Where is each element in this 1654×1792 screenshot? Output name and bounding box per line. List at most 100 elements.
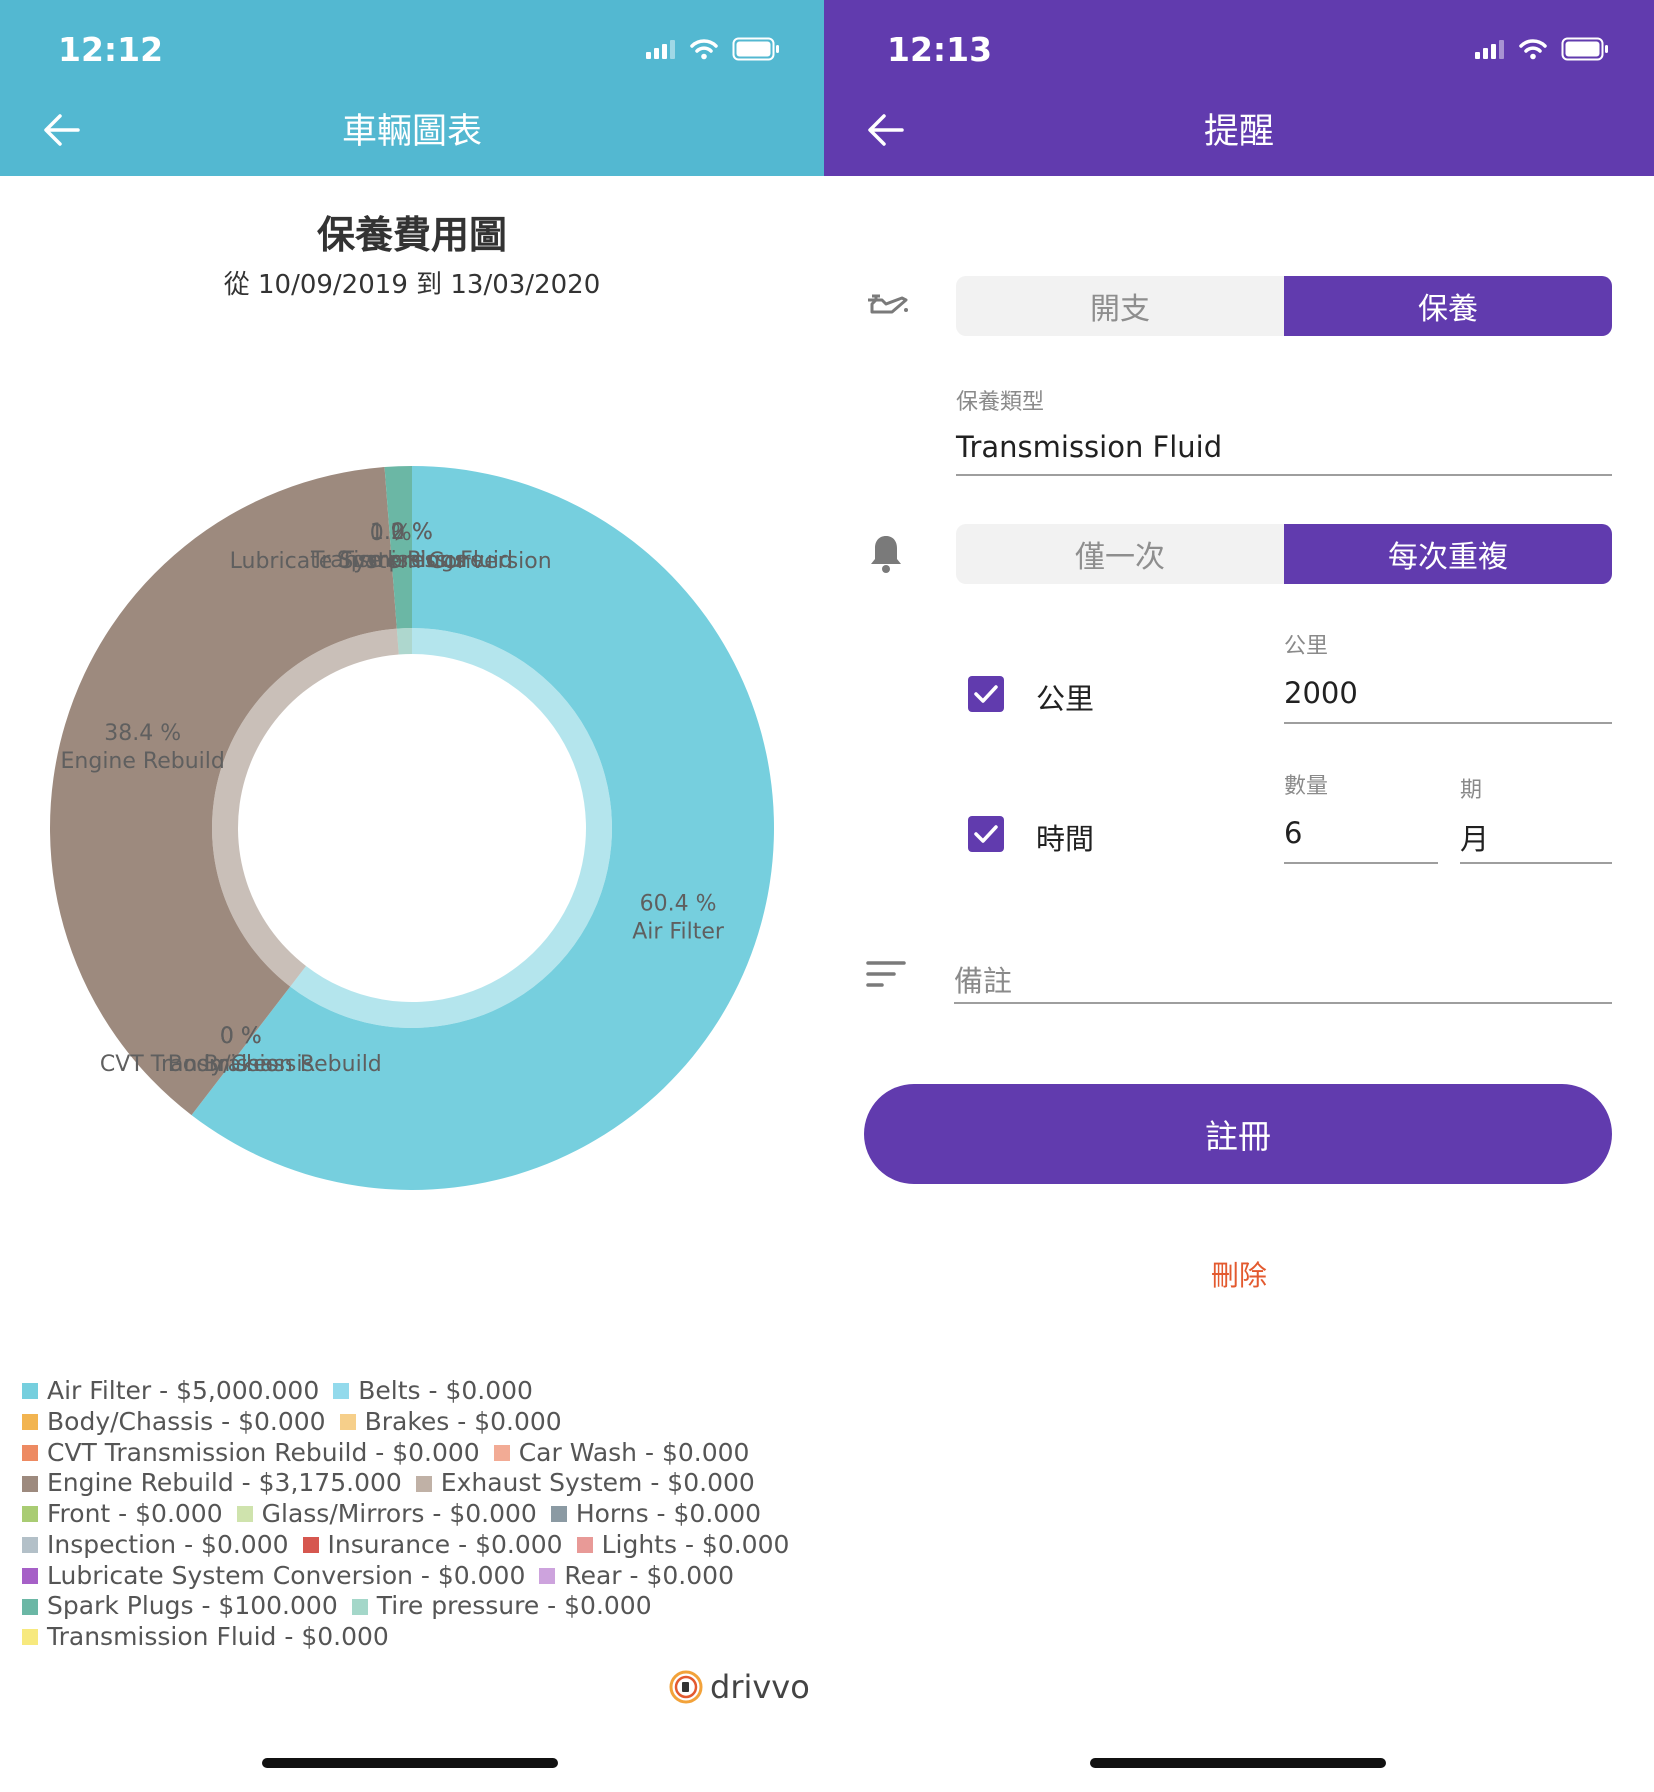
reminder-screen: 12:13 提醒 開支 保養 保養類型 Transmission Fluid 僅… [824,0,1654,1792]
legend-swatch [539,1567,556,1584]
legend-row: CVT Transmission Rebuild - $0.000 Car Was… [22,1438,812,1469]
legend-item[interactable]: Lights - $0.000 [576,1529,790,1561]
legend-swatch [22,1383,38,1400]
legend-row: Transmission Fluid - $0.000 [22,1622,812,1653]
entry-type-toggle: 開支 保養 [956,276,1612,336]
status-time: 12:13 [887,30,993,69]
legend-label: Front - $0.000 [47,1499,223,1528]
notes-input[interactable]: 備註 [954,958,1012,1000]
legend-item[interactable]: Front - $0.000 [22,1499,223,1530]
period-label: 期 [1460,778,1483,803]
legend-label: Rear - $0.000 [564,1560,734,1590]
legend-swatch [339,1414,356,1430]
legend-label: Brakes - $0.000 [364,1406,562,1436]
maintenance-donut-chart[interactable]: 60.4 %Air Filter38.4 %Engine Rebuild0 %C… [0,380,824,1260]
slice-percent-label: 60.4 % [640,891,717,916]
notes-underline [954,1002,1612,1004]
brand-name: drivvo [710,1668,810,1706]
legend-swatch [22,1414,38,1430]
signal-icon [1475,40,1504,59]
legend-label: Spark Plugs - $100.000 [47,1591,338,1621]
legend-item[interactable]: Horns - $0.000 [550,1499,762,1530]
page-title: 車輛圖表 [341,112,482,152]
legend-row: Engine Rebuild - $3,175.000 Exhaust Syste… [22,1468,812,1499]
legend-label: Belts - $0.000 [358,1376,533,1405]
repeat-toggle: 僅一次 每次重複 [956,524,1612,584]
legend-item[interactable]: Transmission Fluid - $0.000 [22,1622,389,1653]
period-underline [1460,862,1612,864]
period-select[interactable]: 月 [1460,816,1489,858]
slice-inner-ring [396,628,412,655]
legend-row: Body/Chassis - $0.000 Brakes - $0.000 [22,1407,812,1438]
legend-label: Lights - $0.000 [601,1529,790,1559]
tab-repeat[interactable]: 每次重複 [1284,524,1612,584]
home-indicator [1090,1758,1386,1768]
legend-item[interactable]: Body/Chassis - $0.000 [22,1407,326,1438]
tab-expense[interactable]: 開支 [956,276,1284,336]
legend-item[interactable]: Belts - $0.000 [333,1376,533,1407]
chart-date-range: 從 10/09/2019 到 13/03/2020 [223,270,601,300]
slice-name-label: Air Filter [632,919,725,944]
legend-row: Inspection - $0.000 Insurance - $0.000 Lig… [22,1530,812,1561]
legend-swatch [22,1629,38,1646]
slice-percent-label: 0 % [220,1024,262,1049]
legend-item[interactable]: Car Wash - $0.000 [493,1438,749,1469]
tab-once[interactable]: 僅一次 [956,524,1284,584]
maintenance-type-select[interactable]: Transmission Fluid [956,430,1222,464]
slice-name-label: Engine Rebuild [61,749,225,774]
km-input[interactable]: 2000 [1284,676,1358,710]
legend-item[interactable]: Exhaust System - $0.000 [415,1468,755,1499]
legend-item[interactable]: Glass/Mirrors - $0.000 [236,1499,537,1530]
legend-label: Transmission Fluid - $0.000 [47,1622,389,1651]
wifi-icon [690,39,718,60]
brand-logo: drivvo [668,1668,810,1706]
legend-swatch [576,1537,593,1553]
legend-label: CVT Transmission Rebuild - $0.000 [47,1437,480,1467]
legend-item[interactable]: Spark Plugs - $100.000 [22,1591,338,1622]
legend-label: Inspection - $0.000 [47,1529,289,1559]
legend-label: Lubricate System Conversion - $0.000 [47,1560,526,1590]
legend-item[interactable]: Insurance - $0.000 [302,1529,563,1561]
legend-item[interactable]: Lubricate System Conversion - $0.000 [22,1561,525,1592]
legend-item[interactable]: Rear - $0.000 [539,1561,734,1592]
slice-name-label: Brakes [204,1052,279,1077]
legend-row: Lubricate System Conversion - $0.000 Rear… [22,1561,812,1592]
oil-can-icon [868,294,908,314]
legend-swatch [22,1506,38,1523]
quantity-label: 數量 [1284,774,1329,799]
time-checkbox[interactable] [968,816,1004,852]
legend-swatch [22,1567,38,1584]
legend-item[interactable]: Engine Rebuild - $3,175.000 [22,1468,402,1499]
legend-label: Air Filter - $5,000.000 [47,1376,320,1405]
home-indicator [262,1758,558,1768]
tab-maintenance[interactable]: 保養 [1284,276,1612,336]
legend-row: Air Filter - $5,000.000 Belts - $0.000 [22,1376,812,1407]
bell-icon [871,536,901,573]
legend-item[interactable]: Tire pressure - $0.000 [351,1591,652,1622]
legend-item[interactable]: Air Filter - $5,000.000 [22,1376,319,1407]
slice-name-label: Tire pressure [340,548,484,573]
legend-swatch [22,1537,38,1553]
legend-label: Insurance - $0.000 [327,1529,563,1559]
legend-label: Exhaust System - $0.000 [440,1468,755,1498]
km-underline [1284,722,1612,724]
legend-label: Body/Chassis - $0.000 [47,1406,326,1436]
drivvo-logo-icon [669,1670,703,1704]
km-checkbox[interactable] [968,676,1004,712]
legend-swatch [550,1506,567,1523]
legend-swatch [493,1444,510,1461]
signal-icon [646,40,675,59]
legend-swatch [351,1598,368,1615]
delete-button[interactable]: 刪除 [824,1254,1654,1294]
legend-swatch [333,1383,350,1400]
quantity-input[interactable]: 6 [1284,816,1302,850]
app-bar: 12:12 車輛圖表 [0,0,824,176]
legend-item[interactable]: CVT Transmission Rebuild - $0.000 [22,1438,480,1469]
legend-label: Horns - $0.000 [575,1499,762,1528]
slice-percent-label: 38.4 % [104,721,181,746]
legend-item[interactable]: Brakes - $0.000 [339,1406,562,1438]
page-title: 提醒 [1203,112,1274,152]
legend-item[interactable]: Inspection - $0.000 [22,1530,289,1561]
register-button[interactable]: 註冊 [864,1084,1612,1184]
chart-legend: Air Filter - $5,000.000 Belts - $0.000 Bod… [22,1376,812,1653]
